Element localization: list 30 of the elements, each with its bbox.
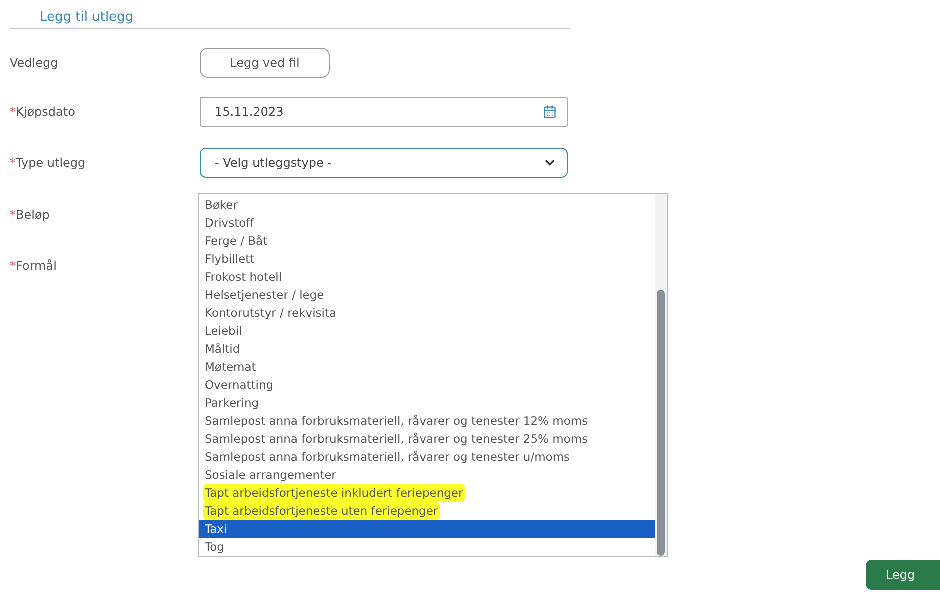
calendar-icon[interactable]	[543, 105, 557, 119]
dropdown-option[interactable]: Samlepost anna forbruksmateriell, råvarer og tenester 25% moms	[199, 430, 655, 448]
dropdown-option[interactable]: Frokost hotell	[199, 268, 655, 286]
dropdown-option[interactable]: Samlepost anna forbruksmateriell, råvarer og tenester u/moms	[199, 448, 655, 466]
dropdown-option[interactable]: Samlepost anna forbruksmateriell, råvarer og tenester 12% moms	[199, 412, 655, 430]
dropdown-option[interactable]: Sosiale arrangementer	[199, 466, 655, 484]
date-field[interactable]: 15.11.2023	[200, 97, 568, 127]
field-label: *Beløp	[10, 208, 51, 222]
dropdown-option[interactable]: Flybillett	[199, 250, 655, 268]
attach-file-button[interactable]: Legg ved fil	[200, 48, 330, 78]
dropdown-option[interactable]: Overnatting	[199, 376, 655, 394]
dropdown-option[interactable]: Drivstoff	[199, 214, 655, 232]
dropdown-option[interactable]: Ferge / Båt	[199, 232, 655, 250]
dropdown-option[interactable]: Møtemat	[199, 358, 655, 376]
type-select[interactable]: - Velg utleggstype -	[200, 148, 568, 178]
dropdown-option[interactable]: Helsetjenester / lege	[199, 286, 655, 304]
field-label: *Kjøpsdato	[10, 105, 76, 119]
dropdown-option[interactable]: Taxi	[199, 520, 655, 538]
field-label: Vedlegg	[10, 56, 60, 70]
scrollbar-thumb[interactable]	[657, 290, 665, 556]
dropdown-option[interactable]: Tog	[199, 538, 655, 556]
dropdown-option[interactable]: Kontorutstyr / rekvisita	[199, 304, 655, 322]
dropdown-option[interactable]: Leiebil	[199, 322, 655, 340]
dropdown-option[interactable]: Parkering	[199, 394, 655, 412]
section-title: Legg til utlegg	[10, 10, 570, 29]
field-label: *Type utlegg	[10, 156, 87, 170]
dropdown-option[interactable]: Måltid	[199, 340, 655, 358]
dropdown-option[interactable]: Bøker	[199, 196, 655, 214]
field-label: *Formål	[10, 259, 58, 273]
submit-button[interactable]: Legg	[866, 560, 940, 590]
